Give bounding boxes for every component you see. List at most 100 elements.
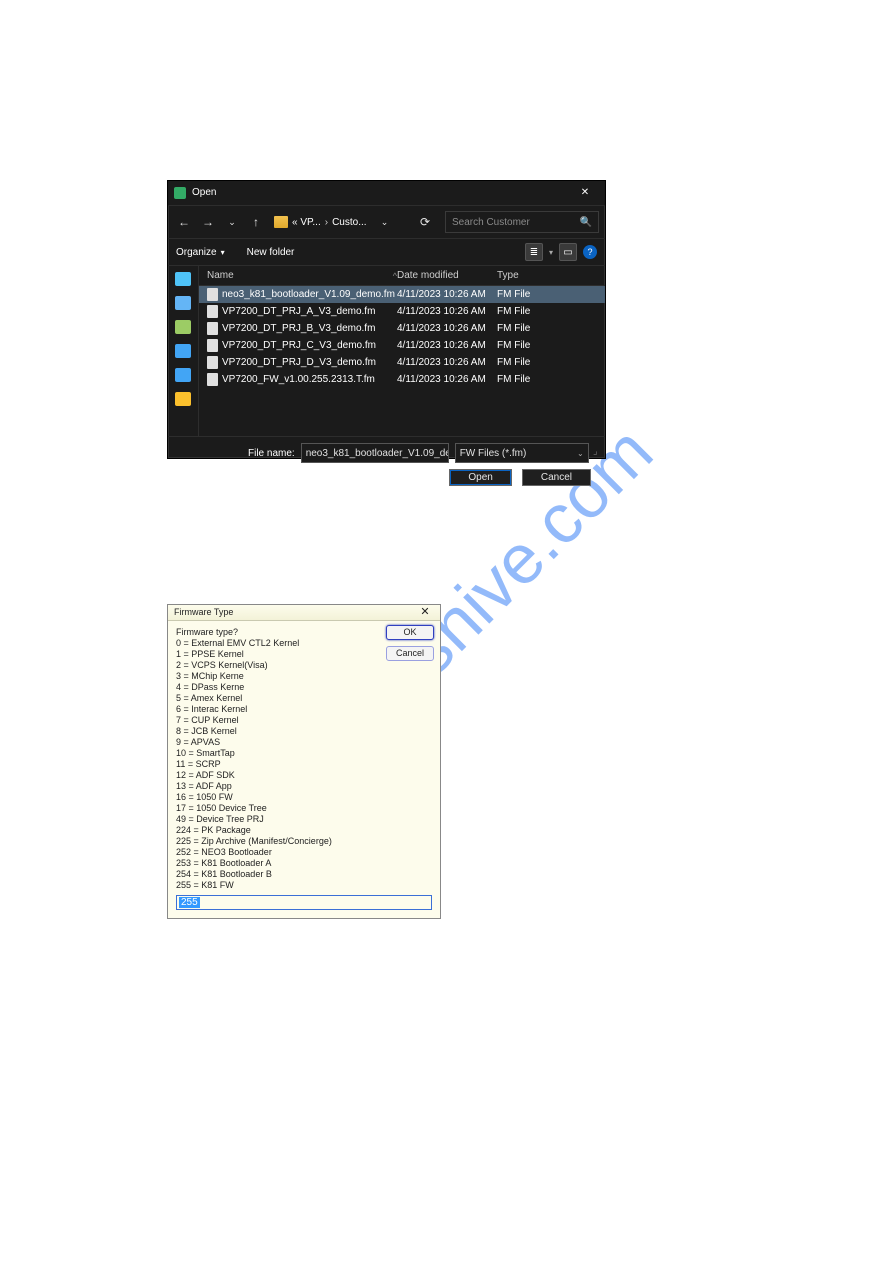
organize-button[interactable]: Organize ▾ xyxy=(176,247,225,258)
column-header-type[interactable]: Type xyxy=(497,270,587,281)
dialog-title: Firmware Type xyxy=(174,607,233,618)
file-name: VP7200_FW_v1.00.255.2313.T.fm xyxy=(207,373,397,386)
file-icon xyxy=(207,373,218,386)
file-row[interactable]: neo3_k81_bootloader_V1.09_demo.fm4/11/20… xyxy=(199,286,605,303)
sidebar-item-downloads[interactable] xyxy=(175,320,191,334)
close-icon[interactable]: ✕ xyxy=(416,607,434,618)
file-row[interactable]: VP7200_DT_PRJ_D_V3_demo.fm4/11/2023 10:2… xyxy=(199,354,605,371)
new-folder-button[interactable]: New folder xyxy=(247,247,295,258)
breadcrumb-current: Custo... xyxy=(332,217,366,228)
preview-pane-icon[interactable]: ▭ xyxy=(559,243,577,261)
filename-label: File name: xyxy=(248,448,295,459)
file-name: neo3_k81_bootloader_V1.09_demo.fm xyxy=(207,288,397,301)
chevron-down-icon[interactable]: ▾ xyxy=(549,248,553,257)
firmware-type-option: 11 = SCRP xyxy=(176,759,432,770)
firmware-type-value: 255 xyxy=(179,897,200,908)
firmware-type-option: 4 = DPass Kerne xyxy=(176,682,432,693)
file-date: 4/11/2023 10:26 AM xyxy=(397,323,497,334)
filename-row: File name: neo3_k81_bootloader_V1.09_dem… xyxy=(178,443,595,463)
file-type: FM File xyxy=(497,306,587,317)
firmware-type-input[interactable]: 255 xyxy=(176,895,432,910)
file-list-panel: Name Date modified Type neo3_k81_bootloa… xyxy=(198,266,605,436)
view-toolbar: ≣ ▾ ▭ ? xyxy=(525,243,597,261)
column-headers[interactable]: Name Date modified Type xyxy=(199,266,605,286)
firmware-type-option: 3 = MChip Kerne xyxy=(176,671,432,682)
app-icon xyxy=(174,187,186,199)
firmware-type-dialog: Firmware Type ✕ OK Cancel Firmware type?… xyxy=(167,604,441,919)
firmware-type-option: 255 = K81 FW xyxy=(176,880,432,891)
file-name: VP7200_DT_PRJ_A_V3_demo.fm xyxy=(207,305,397,318)
up-icon[interactable]: ↑ xyxy=(246,212,266,232)
firmware-type-option: 12 = ADF SDK xyxy=(176,770,432,781)
file-row[interactable]: VP7200_DT_PRJ_B_V3_demo.fm4/11/2023 10:2… xyxy=(199,320,605,337)
firmware-type-option: 16 = 1050 FW xyxy=(176,792,432,803)
file-date: 4/11/2023 10:26 AM xyxy=(397,289,497,300)
back-icon[interactable]: ← xyxy=(174,212,194,232)
cancel-button[interactable]: Cancel xyxy=(522,469,591,486)
search-input[interactable]: Search Customer 🔍 xyxy=(445,211,599,233)
recent-dropdown-icon[interactable]: ⌄ xyxy=(222,212,242,232)
sidebar-item-music[interactable] xyxy=(175,392,191,406)
file-date: 4/11/2023 10:26 AM xyxy=(397,357,497,368)
firmware-type-option: 17 = 1050 Device Tree xyxy=(176,803,432,814)
breadcrumb-parent: « VP... xyxy=(292,217,321,228)
view-mode-icon[interactable]: ≣ xyxy=(525,243,543,261)
sidebar-item-desktop[interactable] xyxy=(175,296,191,310)
ok-button[interactable]: OK xyxy=(386,625,434,640)
file-row[interactable]: VP7200_DT_PRJ_A_V3_demo.fm4/11/2023 10:2… xyxy=(199,303,605,320)
column-header-date[interactable]: Date modified xyxy=(397,270,497,281)
firmware-type-option: 49 = Device Tree PRJ xyxy=(176,814,432,825)
file-icon xyxy=(207,322,218,335)
resize-grip-icon[interactable]: ⌟ xyxy=(593,446,603,456)
file-type: FM File xyxy=(497,289,587,300)
path-dropdown-icon[interactable]: ⌄ xyxy=(375,212,395,232)
file-icon xyxy=(207,305,218,318)
file-type: FM File xyxy=(497,340,587,351)
footer-buttons: Open Cancel xyxy=(178,469,595,486)
search-icon: 🔍 xyxy=(580,217,592,228)
sidebar-item-quickaccess[interactable] xyxy=(175,272,191,286)
cancel-button[interactable]: Cancel xyxy=(386,646,434,661)
file-date: 4/11/2023 10:26 AM xyxy=(397,374,497,385)
dialog-body: Name Date modified Type neo3_k81_bootloa… xyxy=(168,266,605,436)
toolbar: Organize ▾ New folder ≣ ▾ ▭ ? xyxy=(168,239,605,266)
firmware-type-list: 0 = External EMV CTL2 Kernel1 = PPSE Ker… xyxy=(176,638,432,891)
dialog-titlebar: Open ✕ xyxy=(168,181,605,206)
file-row[interactable]: VP7200_DT_PRJ_C_V3_demo.fm4/11/2023 10:2… xyxy=(199,337,605,354)
chevron-down-icon: ⌄ xyxy=(577,449,584,458)
firmware-type-option: 225 = Zip Archive (Manifest/Concierge) xyxy=(176,836,432,847)
file-date: 4/11/2023 10:26 AM xyxy=(397,306,497,317)
firmware-type-option: 6 = Interac Kernel xyxy=(176,704,432,715)
sidebar xyxy=(168,266,198,436)
chevron-right-icon: › xyxy=(325,217,328,228)
dialog-titlebar: Firmware Type ✕ xyxy=(168,605,440,621)
nav-bar: ← → ⌄ ↑ « VP... › Custo... ⌄ ⟳ Search Cu… xyxy=(168,206,605,239)
firmware-type-option: 8 = JCB Kernel xyxy=(176,726,432,737)
filetype-select[interactable]: FW Files (*.fm) ⌄ xyxy=(455,443,589,463)
dialog-buttons: OK Cancel xyxy=(386,625,434,661)
file-date: 4/11/2023 10:26 AM xyxy=(397,340,497,351)
firmware-type-option: 253 = K81 Bootloader A xyxy=(176,858,432,869)
filename-input[interactable]: neo3_k81_bootloader_V1.09_demo ⌄ xyxy=(301,443,449,463)
dialog-title: Open xyxy=(192,181,216,205)
file-name: VP7200_DT_PRJ_B_V3_demo.fm xyxy=(207,322,397,335)
search-placeholder: Search Customer xyxy=(452,217,530,228)
open-button[interactable]: Open xyxy=(449,469,511,486)
firmware-type-option: 10 = SmartTap xyxy=(176,748,432,759)
firmware-type-option: 7 = CUP Kernel xyxy=(176,715,432,726)
file-type: FM File xyxy=(497,323,587,334)
column-header-name[interactable]: Name xyxy=(207,270,397,281)
sidebar-item-pictures[interactable] xyxy=(175,368,191,382)
refresh-icon[interactable]: ⟳ xyxy=(415,212,435,232)
help-icon[interactable]: ? xyxy=(583,245,597,259)
sidebar-item-documents[interactable] xyxy=(175,344,191,358)
close-icon[interactable]: ✕ xyxy=(571,181,599,205)
firmware-type-option: 9 = APVAS xyxy=(176,737,432,748)
dialog-footer: File name: neo3_k81_bootloader_V1.09_dem… xyxy=(168,436,605,492)
breadcrumb[interactable]: « VP... › Custo... xyxy=(270,214,371,230)
file-icon xyxy=(207,288,218,301)
file-icon xyxy=(207,356,218,369)
forward-icon[interactable]: → xyxy=(198,212,218,232)
file-row[interactable]: VP7200_FW_v1.00.255.2313.T.fm4/11/2023 1… xyxy=(199,371,605,388)
folder-icon xyxy=(274,216,288,228)
